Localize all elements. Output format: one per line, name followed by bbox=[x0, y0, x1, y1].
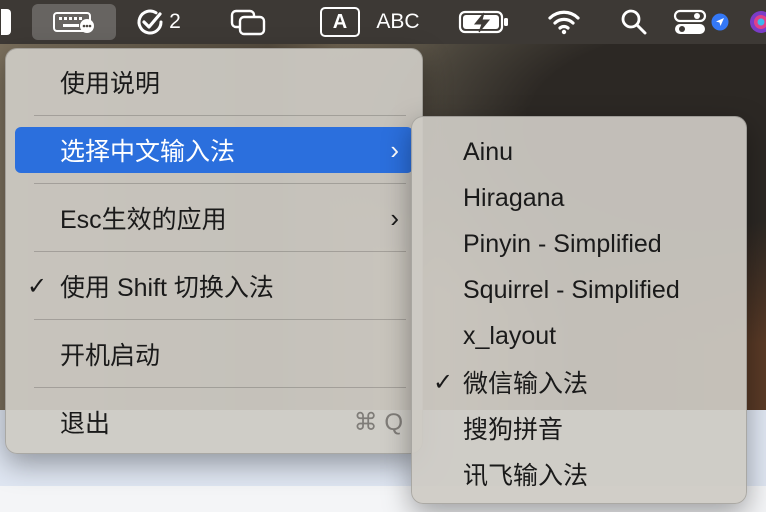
submenu-item-label: Ainu bbox=[463, 137, 514, 166]
input-method-dropdown-menu: 使用说明 选择中文输入法 › Esc生效的应用 › ✓ 使用 Shift 切换入… bbox=[5, 48, 423, 454]
chinese-input-submenu: Ainu Hiragana Pinyin - Simplified Squirr… bbox=[411, 116, 747, 504]
input-method-menu-button[interactable] bbox=[32, 4, 116, 40]
battery-charging-icon bbox=[458, 9, 510, 35]
window-switcher-button[interactable] bbox=[226, 0, 270, 44]
menu-item-quit[interactable]: 退出 ⌘ Q bbox=[15, 399, 413, 445]
menu-item-label: 使用 Shift 切换入法 bbox=[60, 274, 274, 302]
menu-item-esc-apps[interactable]: Esc生效的应用 › bbox=[15, 195, 413, 241]
submenu-item-label: 搜狗拼音 bbox=[463, 416, 564, 444]
menu-item-label: 退出 bbox=[60, 410, 111, 438]
menu-separator bbox=[34, 319, 406, 320]
input-source-label-item[interactable]: ABC bbox=[372, 0, 424, 44]
menu-item-launch-at-login[interactable]: 开机启动 bbox=[15, 331, 413, 377]
windows-icon bbox=[230, 8, 266, 36]
menu-item-label: 选择中文输入法 bbox=[60, 138, 236, 166]
submenu-item-ainu[interactable]: Ainu bbox=[421, 129, 737, 175]
reminders-count: 2 bbox=[169, 10, 181, 33]
checkmark-circle-icon bbox=[135, 7, 165, 37]
menu-separator bbox=[34, 387, 406, 388]
spotlight-search-button[interactable] bbox=[614, 0, 654, 44]
submenu-item-wechat-input[interactable]: ✓ 微信输入法 bbox=[421, 359, 737, 405]
submenu-item-x-layout[interactable]: x_layout bbox=[421, 313, 737, 359]
menubar-edge-item[interactable] bbox=[0, 0, 12, 44]
submenu-item-pinyin-simplified[interactable]: Pinyin - Simplified bbox=[421, 221, 737, 267]
siri-button[interactable] bbox=[748, 0, 766, 44]
submenu-item-label: Hiragana bbox=[463, 183, 565, 212]
wifi-icon bbox=[547, 9, 581, 35]
checkmark-icon: ✓ bbox=[433, 368, 454, 396]
chevron-right-icon: › bbox=[390, 134, 399, 165]
input-source-label: ABC bbox=[376, 10, 420, 33]
menu-item-label: 开机启动 bbox=[60, 342, 161, 370]
keyboard-shortcut: ⌘ Q bbox=[353, 408, 403, 436]
menu-item-label: Esc生效的应用 bbox=[60, 206, 227, 234]
submenu-item-squirrel-simplified[interactable]: Squirrel - Simplified bbox=[421, 267, 737, 313]
search-icon bbox=[620, 8, 648, 36]
menu-item-select-chinese-input[interactable]: 选择中文输入法 › bbox=[15, 127, 413, 173]
submenu-item-label: 微信输入法 bbox=[463, 370, 589, 398]
location-arrow-icon bbox=[711, 13, 729, 31]
submenu-item-sogou-pinyin[interactable]: 搜狗拼音 bbox=[421, 405, 737, 451]
submenu-item-label: Pinyin - Simplified bbox=[463, 229, 662, 258]
reminders-status-button[interactable]: 2 bbox=[128, 0, 188, 44]
input-source-indicator[interactable]: A bbox=[318, 0, 362, 44]
submenu-item-iflytek-input[interactable]: 讯飞输入法 bbox=[421, 451, 737, 497]
menu-item-shift-toggle[interactable]: ✓ 使用 Shift 切换入法 bbox=[15, 263, 413, 309]
chevron-right-icon: › bbox=[390, 202, 399, 233]
checkmark-icon: ✓ bbox=[27, 272, 48, 300]
wifi-status-button[interactable] bbox=[544, 0, 584, 44]
submenu-item-hiragana[interactable]: Hiragana bbox=[421, 175, 737, 221]
battery-status-button[interactable] bbox=[456, 0, 512, 44]
menu-separator bbox=[34, 251, 406, 252]
submenu-item-label: 讯飞输入法 bbox=[463, 462, 589, 490]
input-source-letter: A bbox=[320, 7, 360, 37]
keyboard-icon bbox=[53, 10, 95, 34]
menu-separator bbox=[34, 183, 406, 184]
submenu-item-label: x_layout bbox=[463, 321, 557, 350]
menu-item-label: 使用说明 bbox=[60, 70, 161, 98]
submenu-item-label: Squirrel - Simplified bbox=[463, 275, 680, 304]
menu-item-help[interactable]: 使用说明 bbox=[15, 59, 413, 105]
control-center-icon bbox=[673, 8, 709, 36]
menu-bar: 2 A ABC bbox=[0, 0, 766, 44]
control-center-button[interactable] bbox=[668, 0, 734, 44]
siri-icon bbox=[748, 9, 766, 35]
menu-separator bbox=[34, 115, 406, 116]
